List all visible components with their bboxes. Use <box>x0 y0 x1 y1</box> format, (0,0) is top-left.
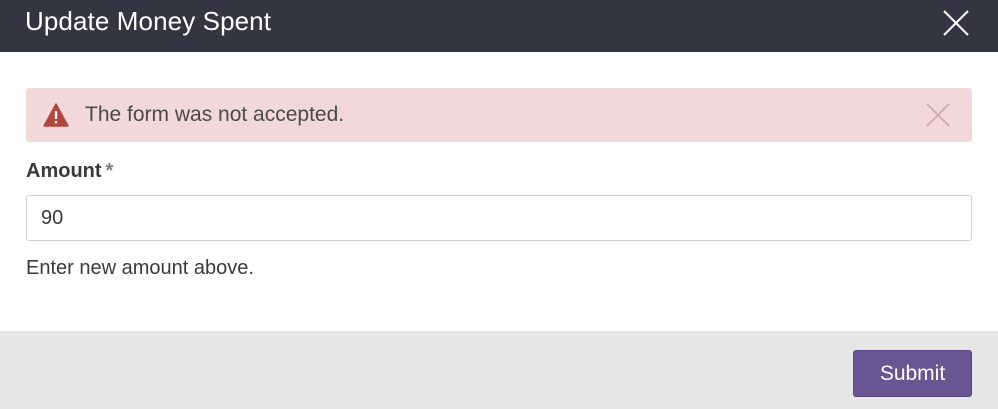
alert-message: The form was not accepted. <box>85 103 345 126</box>
error-alert: The form was not accepted. <box>26 88 972 142</box>
dialog-body: The form was not accepted. Amount* Enter… <box>0 52 998 331</box>
warning-icon <box>43 103 69 127</box>
amount-label-text: Amount <box>26 160 102 182</box>
amount-help-text: Enter new amount above. <box>26 257 254 279</box>
dialog-footer: Submit <box>0 331 998 409</box>
dialog-title: Update Money Spent <box>25 6 272 36</box>
update-money-dialog: Update Money Spent The form was not acce… <box>0 0 998 409</box>
submit-button[interactable]: Submit <box>853 350 972 397</box>
dialog-header: Update Money Spent <box>0 0 998 52</box>
amount-input[interactable] <box>26 195 972 241</box>
dialog-close-button[interactable] <box>942 9 970 37</box>
close-icon <box>943 10 969 36</box>
alert-dismiss-button[interactable] <box>926 103 950 127</box>
required-mark: * <box>105 160 114 182</box>
amount-label: Amount * <box>26 158 113 184</box>
close-icon <box>926 103 950 127</box>
